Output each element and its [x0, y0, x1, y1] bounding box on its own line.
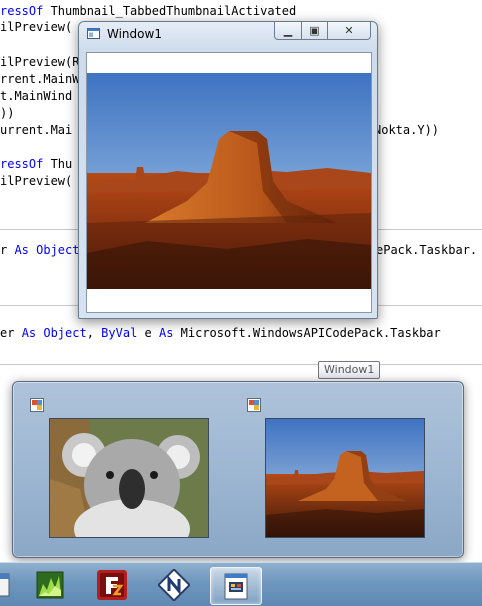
code-text: ))	[0, 106, 15, 120]
thumbnail-koala[interactable]	[49, 418, 209, 538]
thumbnail-app-icon	[247, 398, 261, 412]
code-keyword: ressOf	[0, 157, 44, 171]
code-text: urrent.Mai	[0, 123, 73, 137]
code-text: ilPreview(	[0, 174, 73, 188]
code-line-1: ressOf Thumbnail_TabbedThumbnailActivate…	[0, 4, 296, 18]
window-app-icon	[87, 28, 100, 39]
green-chart-icon	[36, 571, 64, 599]
taskbar-thumbnail-flyout	[12, 381, 464, 558]
code-text: er	[0, 326, 22, 340]
code-line-7: ))	[0, 106, 14, 120]
window-title: Window1	[107, 27, 162, 41]
minimize-button[interactable]: ▁	[274, 22, 302, 40]
code-text: rrent.MainW	[0, 72, 80, 86]
desert-image-graphic	[87, 73, 371, 289]
code-text: Thumbnail_TabbedThumbnailActivated	[43, 4, 297, 18]
window1[interactable]: Window1 ▁ ▣ ✕	[78, 21, 378, 319]
code-line-12: r As Object	[0, 243, 79, 257]
taskbar-button-green-app[interactable]	[26, 567, 74, 603]
code-text: e	[137, 326, 159, 340]
code-keyword: As	[158, 326, 174, 340]
filezilla-icon	[97, 570, 127, 600]
thumbnail-desert[interactable]	[265, 418, 425, 538]
minimize-icon: ▁	[283, 24, 293, 37]
maximize-button[interactable]: ▣	[302, 22, 328, 40]
code-keyword: As Object	[14, 243, 80, 257]
code-line-10: ressOf Thu	[0, 157, 72, 171]
thumbnail-app-icon	[30, 398, 44, 412]
code-text: ePack.Taskbar.	[376, 243, 478, 257]
desert-thumbnail-image	[266, 419, 424, 537]
code-line-2: ilPreview(	[0, 20, 72, 34]
desert-image	[87, 73, 371, 289]
taskbar-button-wpf-app[interactable]	[210, 567, 262, 605]
code-text: r	[0, 243, 15, 257]
taskbar-tooltip: Window1	[318, 361, 381, 379]
taskbar-button-filezilla[interactable]	[88, 567, 136, 603]
code-text: Microsoft.WindowsAPICodePack.Taskbar	[173, 326, 441, 340]
code-line-4: ilPreview(R	[0, 55, 79, 69]
code-line-11: ilPreview(	[0, 174, 72, 188]
koala-image	[50, 419, 208, 537]
app-window-icon	[0, 573, 10, 597]
wpf-app-icon	[224, 573, 248, 600]
code-text: ilPreview(	[0, 20, 73, 34]
code-separator	[0, 364, 482, 365]
code-line-12-right: ePack.Taskbar.	[376, 243, 477, 257]
code-text: t.MainWind	[0, 89, 73, 103]
code-line-5: rrent.MainW	[0, 72, 79, 86]
code-line-6: t.MainWind	[0, 89, 72, 103]
close-button[interactable]: ✕	[328, 22, 371, 40]
code-text: ilPreview(R	[0, 55, 80, 69]
code-line-8-right: Nokta.Y))	[374, 123, 439, 137]
maximize-icon: ▣	[309, 24, 320, 37]
taskbar	[0, 562, 482, 606]
code-line-14: er As Object, ByVal e As Microsoft.Windo…	[0, 326, 441, 340]
nvu-icon	[158, 569, 190, 601]
code-text: ,	[86, 326, 102, 340]
code-keyword: As Object	[21, 326, 87, 340]
window-client-area	[86, 52, 372, 313]
code-line-8: urrent.Mai	[0, 123, 72, 137]
code-text: Thu	[43, 157, 73, 171]
taskbar-button-nvu[interactable]	[150, 567, 198, 603]
code-keyword: ressOf	[0, 4, 44, 18]
code-keyword: ByVal	[101, 326, 138, 340]
taskbar-button-unknown-app[interactable]	[0, 567, 20, 603]
caption-buttons: ▁ ▣ ✕	[274, 22, 371, 40]
close-icon: ✕	[344, 24, 354, 37]
window-titlebar[interactable]: Window1 ▁ ▣ ✕	[79, 22, 377, 46]
code-text: Nokta.Y))	[374, 123, 440, 137]
